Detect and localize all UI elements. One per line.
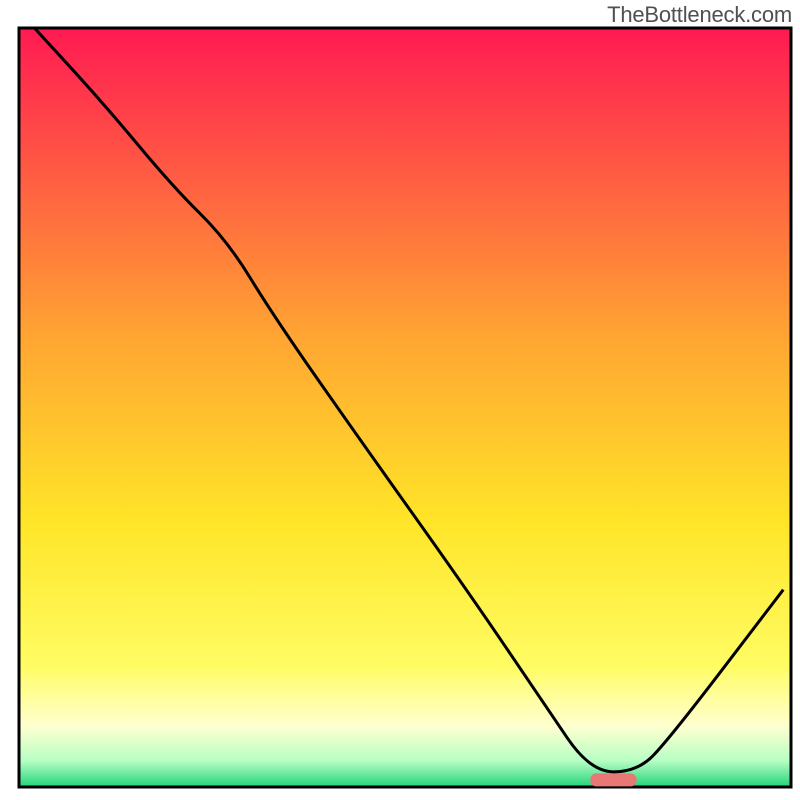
watermark-text: TheBottleneck.com: [607, 2, 792, 28]
chart-svg: [0, 0, 800, 800]
chart-container: TheBottleneck.com: [0, 0, 800, 800]
optimal-marker: [590, 773, 636, 786]
